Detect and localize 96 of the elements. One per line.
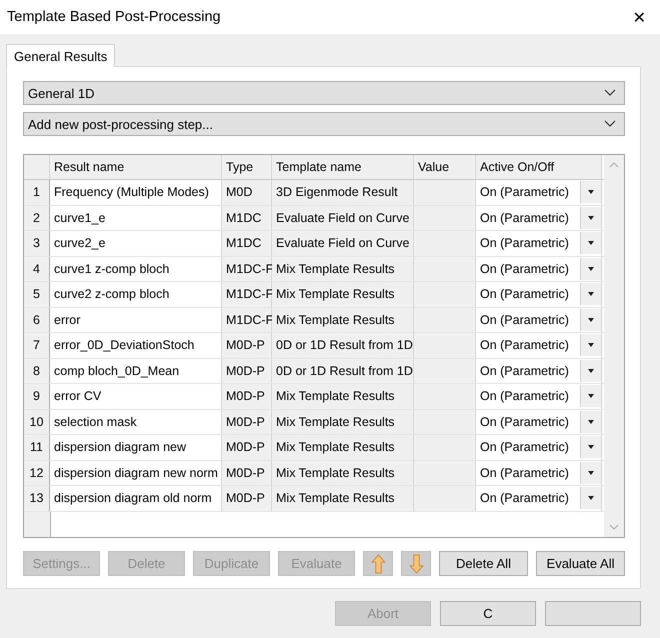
caret-icon (588, 241, 594, 246)
step-dropdown[interactable]: Add new post-processing step... (23, 112, 625, 136)
caret-icon (588, 266, 594, 271)
table-cell: Mix Template Results (272, 384, 414, 408)
row-number: 13 (24, 486, 50, 510)
dropdown-button[interactable] (580, 360, 601, 382)
column-header: Value (414, 155, 476, 179)
dropdown-button[interactable] (580, 410, 601, 433)
dropdown-button[interactable] (580, 334, 601, 356)
table-cell[interactable]: On (Parametric) (480, 185, 569, 200)
caret-icon (588, 420, 594, 424)
dropdown-button[interactable] (580, 283, 601, 306)
table-cell[interactable]: On (Parametric) (480, 287, 569, 302)
table-cell: Mix Template Results (272, 410, 414, 434)
chevron-down-icon (604, 120, 616, 128)
table-cell: 0D or 1D Result from 1D (272, 358, 414, 383)
dropdown-button[interactable] (580, 308, 601, 331)
row-number: 7 (24, 333, 50, 358)
header-corner (24, 155, 50, 179)
table-cell[interactable]: On (Parametric) (480, 210, 569, 225)
caret-icon (588, 190, 594, 194)
table-cell: M1DC-F (222, 282, 272, 306)
table-cell[interactable]: On (Parametric) (480, 414, 569, 429)
row-number: 6 (24, 308, 50, 332)
column-header: Template name (272, 155, 414, 179)
row-number: 8 (24, 358, 50, 383)
dropdown-button[interactable] (580, 436, 601, 458)
window-title: Template Based Post-Processing (7, 9, 221, 25)
table-cell: Mix Template Results (272, 256, 414, 281)
table-cell: M0D (222, 180, 272, 204)
table-cell[interactable]: On (Parametric) (480, 491, 569, 506)
row-number: 5 (24, 282, 50, 306)
table-cell: M0D-P (222, 384, 272, 408)
row-number: 12 (24, 460, 50, 485)
table-cell[interactable]: On (Parametric) (480, 338, 569, 352)
arrow-up-icon (370, 554, 386, 574)
arrow-down-icon (408, 554, 424, 574)
table-cell: Mix Template Results (272, 282, 414, 306)
caret-icon (588, 318, 594, 322)
action-button[interactable]: Evaluate All (536, 551, 625, 576)
caret-icon (588, 216, 594, 220)
action-button[interactable]: Delete All (439, 551, 528, 576)
table-cell: 3D Eigenmode Result (272, 180, 414, 204)
table-cell: M1DC (222, 206, 272, 230)
table-cell: Mix Template Results (272, 308, 414, 332)
close-button[interactable]: ✕ (628, 8, 650, 26)
table-cell: M1DC (222, 231, 272, 256)
table-cell[interactable]: On (Parametric) (480, 312, 569, 327)
table-cell: M0D-P (222, 460, 272, 485)
column-header: Active On/Off (476, 155, 602, 179)
dropdown-button[interactable] (580, 232, 601, 254)
dropdown-button[interactable] (580, 258, 601, 280)
table-cell[interactable]: On (Parametric) (480, 236, 569, 250)
table-cell: M0D-P (222, 333, 272, 358)
row-number: 3 (24, 231, 50, 256)
caret-icon (588, 394, 594, 398)
table-cell: Mix Template Results (272, 486, 414, 510)
tab[interactable]: General Results (6, 44, 116, 67)
table-cell: M0D-P (222, 435, 272, 460)
dialog-button[interactable]: C (440, 601, 536, 626)
table-cell[interactable]: On (Parametric) (480, 389, 569, 404)
table-cell: M1DC-F (222, 308, 272, 332)
dropdown-button[interactable] (580, 181, 601, 204)
chevron-down-icon (604, 89, 616, 97)
column-header: Type (222, 155, 272, 179)
caret-icon (588, 496, 594, 500)
row-number: 1 (24, 180, 50, 204)
table-cell: Mix Template Results (272, 460, 414, 485)
row-number: 9 (24, 384, 50, 408)
caret-icon (588, 470, 594, 475)
table-cell: M0D-P (222, 410, 272, 434)
table-cell: Evaluate Field on Curve (272, 231, 414, 256)
table-cell: 0D or 1D Result from 1D (272, 333, 414, 358)
row-number: 10 (24, 410, 50, 434)
dropdown-button[interactable] (580, 206, 601, 229)
caret-icon (588, 368, 594, 373)
table-cell[interactable]: On (Parametric) (480, 440, 569, 454)
category-dropdown[interactable]: General 1D (23, 81, 625, 105)
table-cell: M0D-P (222, 358, 272, 383)
dropdown-button[interactable] (580, 462, 601, 484)
table-cell: Mix Template Results (272, 435, 414, 460)
caret-icon (588, 445, 594, 450)
column-header: Result name (50, 155, 222, 179)
table-cell[interactable]: On (Parametric) (480, 262, 569, 276)
row-number: 11 (24, 435, 50, 460)
caret-icon (588, 343, 594, 348)
row-number: 4 (24, 256, 50, 281)
table-cell: M0D-P (222, 486, 272, 510)
table-cell[interactable]: On (Parametric) (480, 364, 569, 378)
table-cell: M1DC-F (222, 256, 272, 281)
table-cell: Evaluate Field on Curve (272, 206, 414, 230)
dropdown-button[interactable] (580, 385, 601, 408)
dropdown-button[interactable] (580, 487, 601, 510)
caret-icon (588, 292, 594, 296)
row-number: 2 (24, 206, 50, 230)
table-cell[interactable]: On (Parametric) (480, 466, 569, 480)
